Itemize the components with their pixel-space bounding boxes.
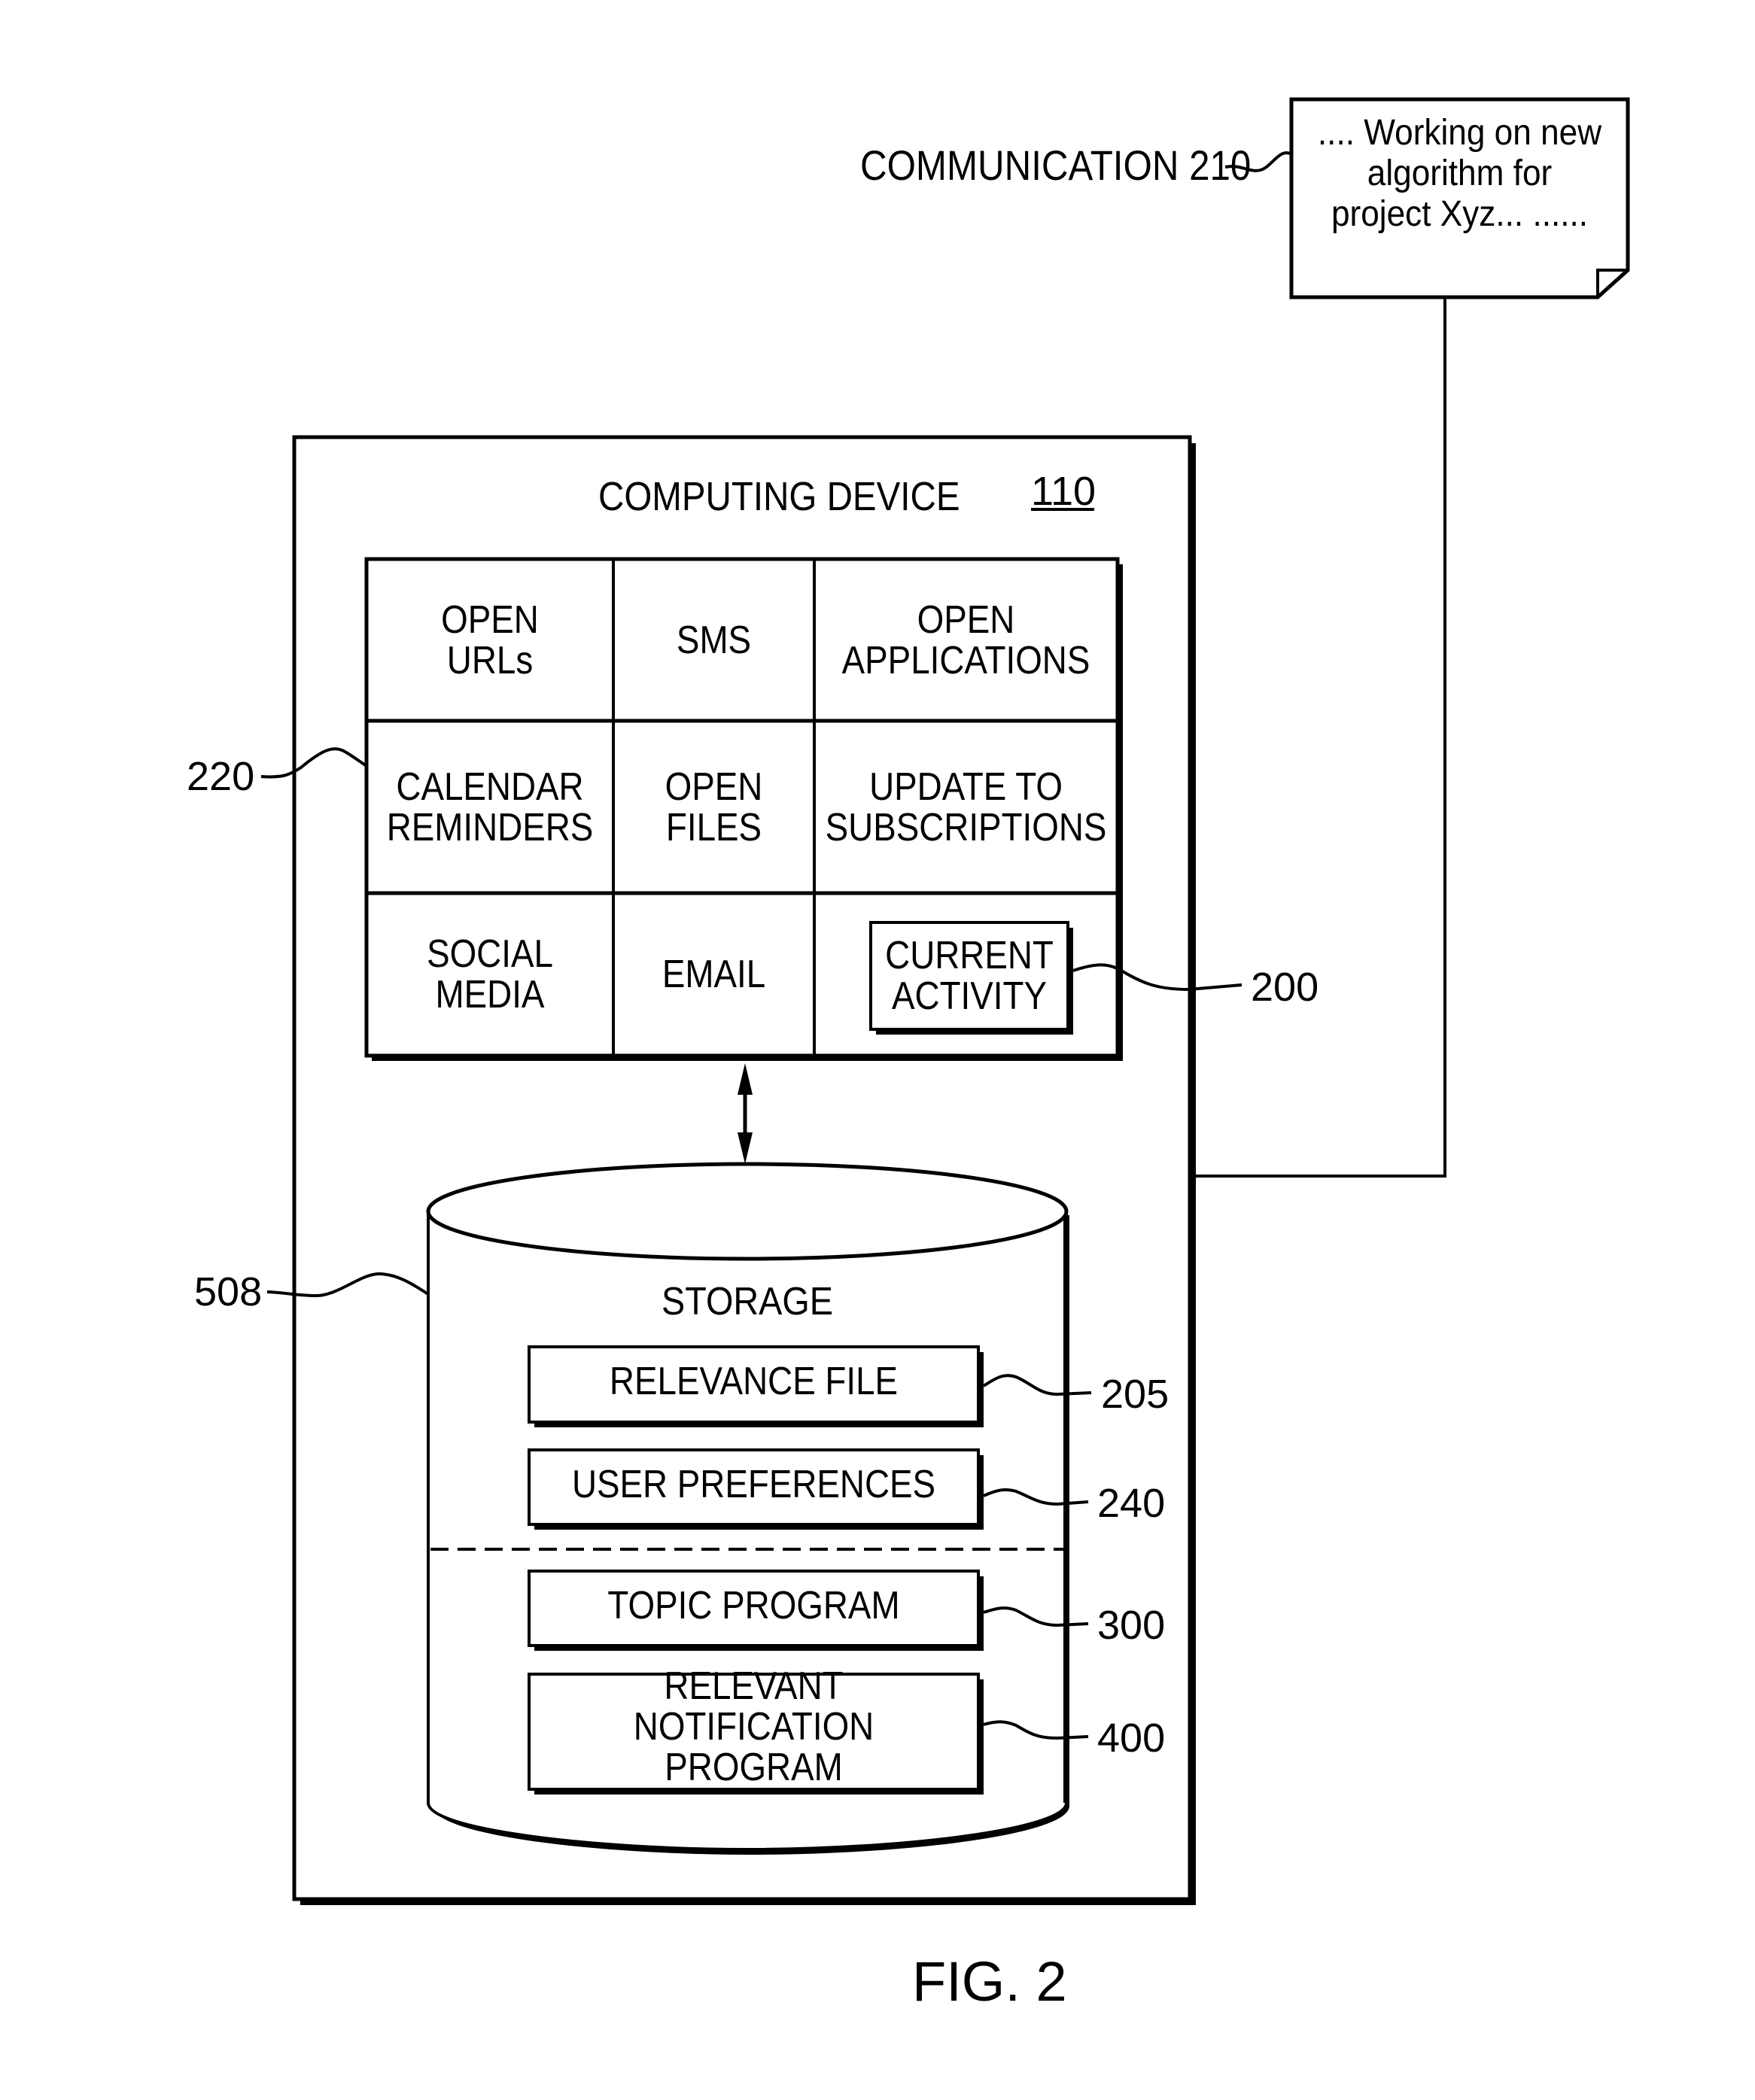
communication-document-text: .... Working on new algorithm for projec… xyxy=(1305,113,1614,235)
patent-figure: COMMUNICATION 210 .... Working on new al… xyxy=(0,0,1755,2100)
cell-line: FILES xyxy=(665,805,762,849)
cell-line: OPEN xyxy=(917,597,1015,642)
item-line: RELEVANT NOTIFICATION xyxy=(633,1664,874,1749)
ref-400: 400 xyxy=(1097,1716,1166,1761)
ref-508: 508 xyxy=(194,1269,263,1314)
computing-device-title: COMPUTING DEVICE xyxy=(598,474,960,519)
document-line: project Xyz... ...... xyxy=(1331,194,1589,234)
figure-caption: FIG. 2 xyxy=(912,1950,1067,2013)
grid-cell-open-urls: OPEN URLs xyxy=(382,559,599,721)
cell-line: MEDIA xyxy=(435,973,545,1017)
item-line: RELEVANCE FILE xyxy=(609,1360,899,1403)
cell-line: SOCIAL xyxy=(427,932,553,976)
cell-line: SUBSCRIPTIONS xyxy=(825,805,1107,849)
storage-label: STORAGE xyxy=(661,1280,833,1324)
cell-line: CALENDAR xyxy=(396,764,584,809)
communication-label: COMMUNICATION 210 xyxy=(860,141,1252,189)
ref-220: 220 xyxy=(187,754,255,799)
grid-cell-sms: SMS xyxy=(625,559,802,721)
cell-line: URLs xyxy=(446,638,534,682)
cell-line: CURRENT xyxy=(885,934,1054,977)
cell-line: OPEN xyxy=(441,597,539,642)
ref-205: 205 xyxy=(1101,1372,1169,1417)
cell-line: EMAIL xyxy=(662,953,766,996)
grid-cell-calendar-reminders: CALENDAR REMINDERS xyxy=(382,721,599,893)
computing-device-ref: 110 xyxy=(1031,469,1096,514)
topic-program-label: TOPIC PROGRAM xyxy=(556,1571,951,1640)
cell-line: REMINDERS xyxy=(386,805,594,849)
document-line: algorithm for xyxy=(1367,153,1553,193)
ref-200: 200 xyxy=(1251,965,1319,1010)
cell-line: SMS xyxy=(676,618,752,662)
grid-cell-open-applications: OPEN APPLICATIONS xyxy=(832,559,1100,721)
grid-cell-current-activity: CURRENT ACTIVITY xyxy=(883,922,1057,1029)
relevance-file-label: RELEVANCE FILE xyxy=(556,1347,951,1416)
item-line: PROGRAM xyxy=(665,1746,843,1789)
item-line: TOPIC PROGRAM xyxy=(607,1584,900,1627)
item-line: USER PREFERENCES xyxy=(571,1463,936,1506)
cell-line: APPLICATIONS xyxy=(841,638,1090,682)
ref-240: 240 xyxy=(1097,1481,1166,1526)
relevant-notification-program-label: RELEVANT NOTIFICATION PROGRAM xyxy=(556,1666,951,1788)
ref-300: 300 xyxy=(1097,1603,1166,1648)
cell-line: ACTIVITY xyxy=(892,974,1047,1018)
user-preferences-label: USER PREFERENCES xyxy=(556,1450,951,1519)
cell-line: OPEN xyxy=(665,764,763,809)
grid-cell-social-media: SOCIAL MEDIA xyxy=(382,893,599,1056)
grid-cell-update-to-subscriptions: UPDATE TO SUBSCRIPTIONS xyxy=(826,721,1107,893)
grid-cell-email: EMAIL xyxy=(625,893,802,1056)
document-line: .... Working on new xyxy=(1317,113,1602,153)
grid-cell-open-files: OPEN FILES xyxy=(625,721,802,893)
cell-line: UPDATE TO xyxy=(869,764,1063,809)
